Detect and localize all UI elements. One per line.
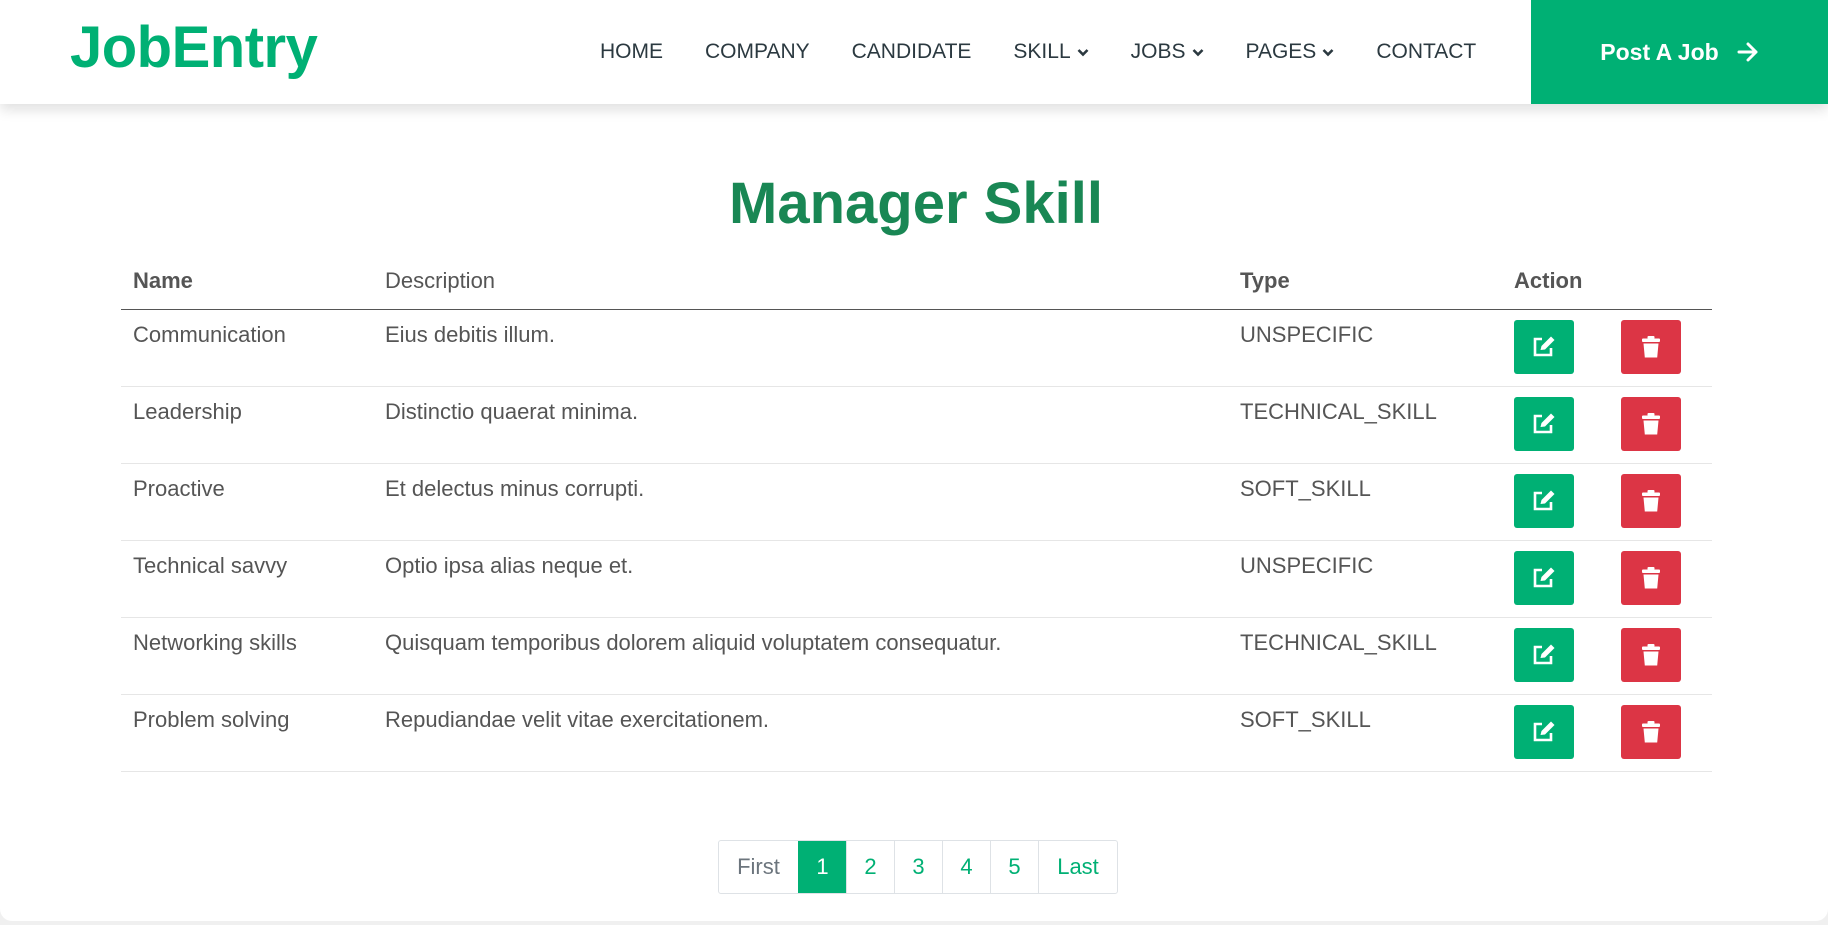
- pagination: First 1 2 3 4 5 Last: [718, 840, 1118, 894]
- pagination-page-3[interactable]: 3: [894, 841, 942, 893]
- edit-button[interactable]: [1514, 396, 1574, 451]
- skill-name: Proactive: [121, 463, 373, 541]
- nav-item-skill[interactable]: SKILL: [1013, 40, 1089, 64]
- edit-button[interactable]: [1514, 550, 1574, 605]
- trash-icon: [1642, 643, 1660, 665]
- post-a-job-button[interactable]: Post A Job: [1531, 0, 1828, 104]
- pagination-page-4[interactable]: 4: [942, 841, 990, 893]
- column-header-type: Type: [1228, 258, 1502, 310]
- skill-description: Eius debitis illum.: [373, 309, 1228, 387]
- edit-icon: [1533, 490, 1555, 510]
- delete-button[interactable]: [1621, 627, 1681, 682]
- nav-item-label: HOME: [600, 40, 663, 63]
- brand-logo[interactable]: JobEntry: [70, 14, 318, 81]
- skill-name: Leadership: [121, 386, 373, 464]
- skill-description: Quisquam temporibus dolorem aliquid volu…: [373, 617, 1228, 695]
- chevron-down-icon: [1192, 48, 1204, 57]
- trash-icon: [1642, 335, 1660, 357]
- pagination-page-5[interactable]: 5: [990, 841, 1038, 893]
- column-header-description: Description: [373, 258, 1228, 310]
- nav-item-label: CONTACT: [1376, 40, 1477, 63]
- navbar: JobEntry HOME COMPANY CANDIDATE SKILL JO…: [0, 0, 1828, 104]
- skill-type: UNSPECIFIC: [1228, 309, 1502, 387]
- table-row: Networking skills Quisquam temporibus do…: [121, 617, 1712, 695]
- row-actions: [1502, 694, 1712, 772]
- nav-item-label: COMPANY: [705, 40, 810, 63]
- pagination-last[interactable]: Last: [1038, 841, 1117, 893]
- row-actions: [1502, 386, 1712, 464]
- nav-item-label: SKILL: [1013, 40, 1071, 63]
- arrow-right-icon: [1737, 42, 1759, 62]
- pagination-first[interactable]: First: [719, 841, 798, 893]
- delete-button[interactable]: [1621, 473, 1681, 528]
- table-row: Leadership Distinctio quaerat minima. TE…: [121, 386, 1712, 464]
- edit-icon: [1533, 721, 1555, 741]
- edit-button[interactable]: [1514, 473, 1574, 528]
- edit-icon: [1533, 336, 1555, 356]
- skill-type: UNSPECIFIC: [1228, 540, 1502, 618]
- trash-icon: [1642, 489, 1660, 511]
- pagination-page-1[interactable]: 1: [798, 841, 846, 893]
- column-header-action: Action: [1502, 258, 1712, 310]
- skill-type: SOFT_SKILL: [1228, 694, 1502, 772]
- row-actions: [1502, 463, 1712, 541]
- skill-description: Distinctio quaerat minima.: [373, 386, 1228, 464]
- nav-item-home[interactable]: HOME: [600, 40, 663, 64]
- edit-button[interactable]: [1514, 319, 1574, 374]
- table-row: Communication Eius debitis illum. UNSPEC…: [121, 309, 1712, 387]
- nav-item-contact[interactable]: CONTACT: [1376, 40, 1476, 64]
- skill-type: TECHNICAL_SKILL: [1228, 617, 1502, 695]
- delete-button[interactable]: [1621, 550, 1681, 605]
- column-header-name: Name: [121, 258, 373, 310]
- edit-button[interactable]: [1514, 704, 1574, 759]
- nav-item-pages[interactable]: PAGES: [1246, 40, 1335, 64]
- row-actions: [1502, 617, 1712, 695]
- chevron-down-icon: [1322, 48, 1334, 57]
- table-row: Technical savvy Optio ipsa alias neque e…: [121, 540, 1712, 618]
- edit-icon: [1533, 644, 1555, 664]
- nav-item-label: JOBS: [1130, 40, 1186, 63]
- skill-description: Repudiandae velit vitae exercitationem.: [373, 694, 1228, 772]
- delete-button[interactable]: [1621, 319, 1681, 374]
- nav-item-candidate[interactable]: CANDIDATE: [852, 40, 972, 64]
- post-a-job-label: Post A Job: [1600, 38, 1719, 65]
- row-actions: [1502, 540, 1712, 618]
- delete-button[interactable]: [1621, 704, 1681, 759]
- skill-table: Name Description Type Action Communicati…: [121, 258, 1712, 772]
- nav-item-label: CANDIDATE: [851, 40, 972, 63]
- row-actions: [1502, 309, 1712, 387]
- nav-item-company[interactable]: COMPANY: [705, 40, 810, 64]
- skill-name: Networking skills: [121, 617, 373, 695]
- skill-description: Optio ipsa alias neque et.: [373, 540, 1228, 618]
- edit-button[interactable]: [1514, 627, 1574, 682]
- page-title: Manager Skill: [729, 171, 1103, 236]
- skill-type: SOFT_SKILL: [1228, 463, 1502, 541]
- chevron-down-icon: [1077, 48, 1089, 57]
- table-row: Proactive Et delectus minus corrupti. SO…: [121, 463, 1712, 541]
- trash-icon: [1642, 566, 1660, 588]
- page: JobEntry HOME COMPANY CANDIDATE SKILL JO…: [0, 0, 1828, 921]
- trash-icon: [1642, 412, 1660, 434]
- skill-description: Et delectus minus corrupti.: [373, 463, 1228, 541]
- pagination-page-2[interactable]: 2: [846, 841, 894, 893]
- edit-icon: [1533, 567, 1555, 587]
- skill-type: TECHNICAL_SKILL: [1228, 386, 1502, 464]
- table-row: Problem solving Repudiandae velit vitae …: [121, 694, 1712, 772]
- skill-name: Technical savvy: [121, 540, 373, 618]
- nav-item-jobs[interactable]: JOBS: [1131, 40, 1204, 64]
- trash-icon: [1642, 720, 1660, 742]
- skill-name: Problem solving: [121, 694, 373, 772]
- nav-item-label: PAGES: [1245, 40, 1317, 63]
- delete-button[interactable]: [1621, 396, 1681, 451]
- edit-icon: [1533, 413, 1555, 433]
- nav-menu: HOME COMPANY CANDIDATE SKILL JOBS PAGES …: [600, 0, 1476, 104]
- skill-name: Communication: [121, 309, 373, 387]
- table-header-row: Name Description Type Action: [121, 258, 1712, 310]
